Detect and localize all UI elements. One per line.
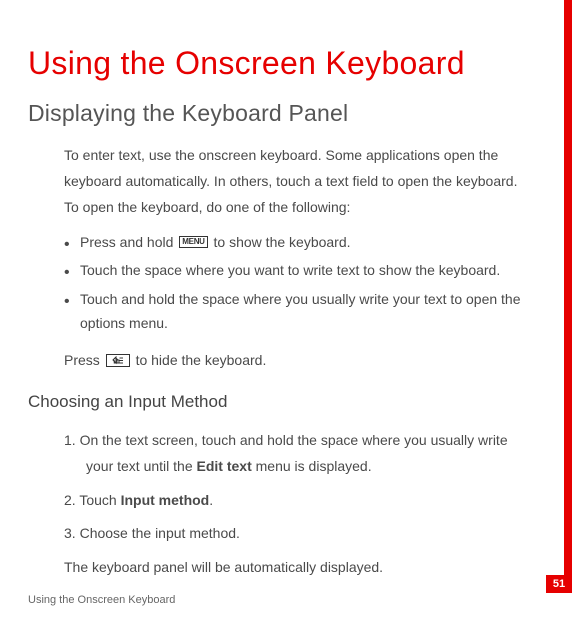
bullet-item: Press and hold MENU to show the keyboard… xyxy=(64,231,544,255)
section-heading-displaying: Displaying the Keyboard Panel xyxy=(28,100,544,127)
ordered-list: 1. On the text screen, touch and hold th… xyxy=(64,428,544,548)
bullet-text: Press and hold xyxy=(80,234,177,250)
closing-paragraph: The keyboard panel will be automatically… xyxy=(64,555,534,581)
step-text: On the text screen, touch and hold the s… xyxy=(80,432,508,448)
step-continuation: your text until the Edit text menu is di… xyxy=(86,454,544,480)
list-item: 1. On the text screen, touch and hold th… xyxy=(64,428,544,480)
list-item: 2. Touch Input method. xyxy=(64,488,544,514)
section-heading-choosing: Choosing an Input Method xyxy=(28,392,544,412)
list-item: 3. Choose the input method. xyxy=(64,521,544,547)
bullet-item: Touch and hold the space where you usual… xyxy=(64,288,544,336)
text-fragment: Press xyxy=(64,352,104,368)
bullet-text: Touch the space where you want to write … xyxy=(80,262,500,278)
text-fragment: to hide the keyboard. xyxy=(132,352,267,368)
text-fragment: Touch xyxy=(79,492,120,508)
text-fragment: your text until the xyxy=(86,458,197,474)
footer-text: Using the Onscreen Keyboard xyxy=(28,594,175,606)
step-number: 3. xyxy=(64,525,76,541)
bold-text: Edit text xyxy=(197,458,252,474)
step-number: 1. xyxy=(64,432,76,448)
bullet-text: Touch and hold the space where you usual… xyxy=(80,291,521,331)
text-fragment: . xyxy=(209,492,213,508)
page-content: Using the Onscreen Keyboard Displaying t… xyxy=(0,0,572,636)
hide-keyboard-text: Press to hide the keyboard. xyxy=(64,348,534,374)
bullet-list: Press and hold MENU to show the keyboard… xyxy=(64,231,544,336)
page-title: Using the Onscreen Keyboard xyxy=(28,45,544,82)
bullet-text: to show the keyboard. xyxy=(210,234,351,250)
home-icon xyxy=(106,354,130,367)
bullet-item: Touch the space where you want to write … xyxy=(64,259,544,283)
step-text: Choose the input method. xyxy=(80,525,240,541)
step-number: 2. xyxy=(64,492,76,508)
intro-paragraph: To enter text, use the onscreen keyboard… xyxy=(64,143,534,221)
bold-text: Input method xyxy=(121,492,210,508)
text-fragment: menu is displayed. xyxy=(252,458,372,474)
menu-icon: MENU xyxy=(179,236,207,248)
